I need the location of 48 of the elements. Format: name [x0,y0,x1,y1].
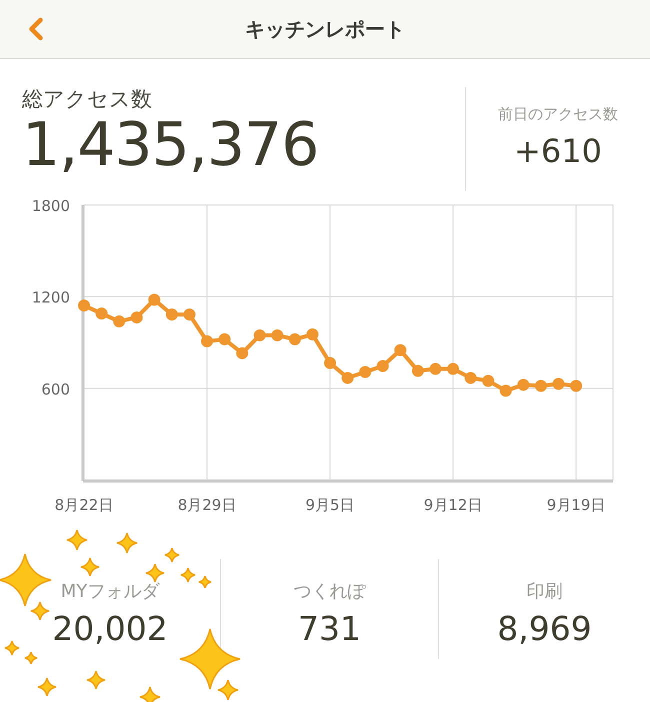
x-tick-label: 9月19日 [546,496,606,514]
data-point [412,364,424,377]
data-point [359,366,372,378]
data-point [113,315,126,328]
x-tick-label: 9月5日 [306,496,355,514]
stat-label: MYフォルダ [60,580,160,603]
data-point [130,311,143,324]
stat-value: 731 [298,609,361,648]
data-point [96,307,108,320]
data-point [78,300,90,312]
data-point [570,380,582,392]
data-point [552,378,565,390]
data-point [288,333,301,346]
previous-day-value: +610 [514,132,602,170]
data-point [376,360,389,372]
y-tick-label: 1200 [32,288,70,307]
x-tick-label: 9月12日 [424,496,482,514]
data-point [534,380,547,392]
data-point [254,329,266,342]
stat-label: 印刷 [526,580,562,603]
previous-day-label: 前日のアクセス数 [498,105,618,124]
data-point [464,372,477,384]
data-point [430,362,442,375]
data-point [482,374,494,387]
data-point [306,328,318,340]
stat-value: 8,969 [497,609,592,648]
y-tick-label: 1800 [32,197,70,215]
y-tick-label: 600 [41,380,70,398]
data-point [201,335,214,348]
data-point [447,362,460,375]
data-point [166,308,178,321]
stat-value: 20,002 [52,609,168,648]
x-tick-label: 8月22日 [54,496,114,514]
total-access-value: 1,435,376 [22,112,320,178]
data-point [394,344,406,356]
data-point [218,333,231,346]
data-point [148,294,160,306]
data-point [183,308,196,321]
x-tick-label: 8月29日 [178,496,236,514]
data-point [342,372,354,384]
stat-label: つくれぽ [294,580,366,603]
data-point [500,384,512,397]
data-point [324,356,336,369]
data-point [236,347,248,360]
total-access-label: 総アクセス数 [22,87,153,112]
data-point [517,378,530,391]
page-title: キッチンレポート [244,16,406,42]
data-point [271,329,284,342]
